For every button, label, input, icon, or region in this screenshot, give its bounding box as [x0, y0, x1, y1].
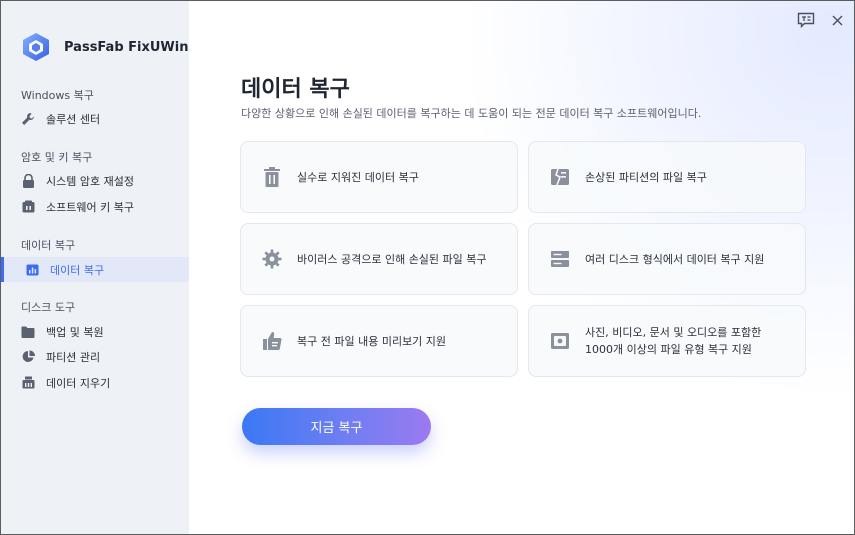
feedback-button[interactable] [796, 11, 816, 29]
feature-text: 복구 전 파일 내용 미리보기 지원 [297, 334, 447, 348]
pie-icon [20, 349, 36, 365]
damaged-partition-icon [549, 166, 571, 188]
feature-card-damaged-partition: 손상된 파티션의 파일 복구 [528, 141, 806, 213]
feature-text: 실수로 지워진 데이터 복구 [297, 170, 419, 184]
feature-card-virus-attack: 바이러스 공격으로 인해 손실된 파일 복구 [240, 223, 518, 295]
group-title-password-key: 암호 및 키 복구 [21, 151, 93, 164]
sidebar-item-label: 백업 및 복원 [46, 325, 104, 339]
page-subtitle: 다양한 상황으로 인해 손실된 데이터를 복구하는 데 도움이 되는 전문 데이… [241, 107, 702, 120]
eraser-icon [20, 375, 36, 391]
virus-gear-icon [261, 248, 283, 270]
feature-card-file-types: 사진, 비디오, 문서 및 오디오를 포함한 1000개 이상의 파일 유형 복… [528, 305, 806, 377]
sidebar-item-data-wipe[interactable]: 데이터 지우기 [1, 370, 189, 395]
sidebar-item-label: 솔루션 센터 [46, 112, 101, 126]
sidebar: PassFab FixUWin Windows 복구 솔루션 센터 암호 및 키… [1, 1, 189, 534]
app-name: PassFab FixUWin [64, 39, 189, 55]
lock-icon [20, 173, 36, 189]
group-title-data-recovery: 데이터 복구 [21, 239, 76, 252]
key-box-icon [20, 199, 36, 215]
app-logo-icon [23, 33, 49, 61]
app-window: PassFab FixUWin Windows 복구 솔루션 센터 암호 및 키… [0, 0, 855, 535]
sidebar-item-label: 소프트웨어 키 복구 [46, 200, 134, 214]
bar-chart-icon [24, 262, 40, 278]
wrench-icon [20, 111, 36, 127]
file-types-icon [549, 330, 571, 352]
folder-icon [20, 324, 36, 340]
close-icon [832, 15, 842, 25]
recover-now-button[interactable]: 지금 복구 [242, 408, 431, 445]
close-button[interactable] [827, 11, 847, 29]
sidebar-item-system-password-reset[interactable]: 시스템 암호 재설정 [1, 168, 189, 193]
sidebar-item-software-key-recovery[interactable]: 소프트웨어 키 복구 [1, 194, 189, 219]
feedback-icon [797, 12, 815, 28]
feature-card-deleted-data: 실수로 지워진 데이터 복구 [240, 141, 518, 213]
sidebar-item-label: 파티션 관리 [46, 350, 101, 364]
sidebar-item-label: 데이터 지우기 [46, 376, 111, 390]
disk-icon [549, 248, 571, 270]
feature-text: 사진, 비디오, 문서 및 오디오를 포함한 1000개 이상의 파일 유형 복… [585, 326, 762, 356]
group-title-disk-tools: 디스크 도구 [21, 301, 76, 314]
feature-text: 여러 디스크 형식에서 데이터 복구 지원 [585, 252, 765, 266]
sidebar-item-label: 시스템 암호 재설정 [46, 174, 134, 188]
sidebar-item-backup-restore[interactable]: 백업 및 복원 [1, 319, 189, 344]
feature-text: 바이러스 공격으로 인해 손실된 파일 복구 [297, 252, 487, 266]
feature-text: 손상된 파티션의 파일 복구 [585, 170, 707, 184]
sidebar-item-label: 데이터 복구 [50, 263, 105, 277]
brand: PassFab FixUWin [21, 32, 188, 62]
sidebar-item-data-recovery[interactable]: 데이터 복구 [1, 257, 189, 282]
sidebar-item-partition-management[interactable]: 파티션 관리 [1, 344, 189, 369]
thumbs-up-icon [261, 330, 283, 352]
trash-icon [261, 166, 283, 188]
group-title-windows-recovery: Windows 복구 [21, 89, 94, 102]
sidebar-item-solution-center[interactable]: 솔루션 센터 [1, 106, 189, 131]
page-title: 데이터 복구 [241, 77, 350, 102]
feature-card-disk-formats: 여러 디스크 형식에서 데이터 복구 지원 [528, 223, 806, 295]
feature-card-preview: 복구 전 파일 내용 미리보기 지원 [240, 305, 518, 377]
